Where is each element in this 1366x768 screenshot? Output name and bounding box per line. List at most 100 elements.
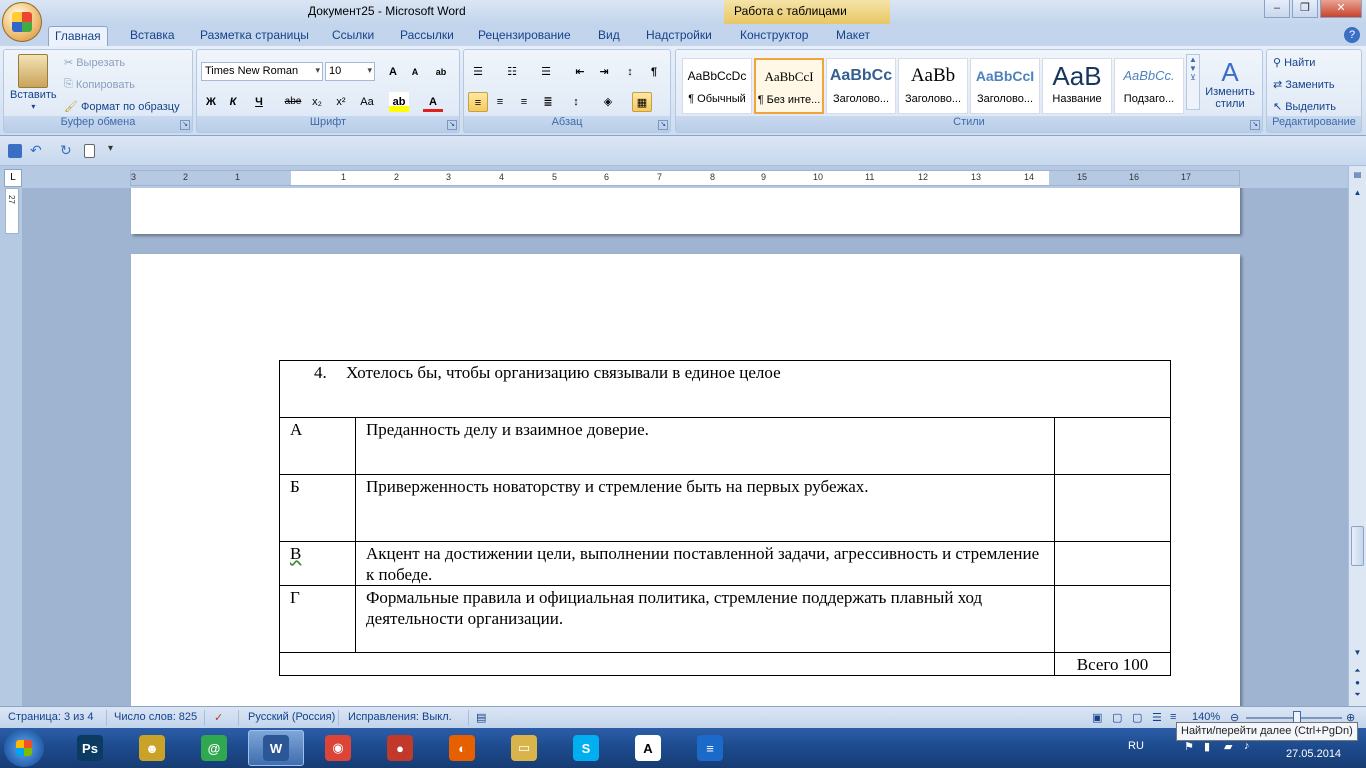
style-heading-3[interactable]: AaBbCcI Заголово...	[970, 58, 1040, 114]
highlight-icon[interactable]: ab	[389, 92, 409, 112]
score-cell[interactable]	[1054, 541, 1171, 586]
tab-insert[interactable]: Вставка	[124, 26, 181, 46]
ruler-toggle-icon[interactable]: ▤	[1351, 170, 1364, 184]
show-marks-button[interactable]: ¶	[644, 62, 664, 82]
minimize-button[interactable]: –	[1264, 0, 1290, 18]
borders-icon[interactable]: ▦	[632, 92, 652, 112]
option-letter[interactable]: Б	[279, 474, 356, 542]
option-letter[interactable]: Г	[279, 585, 356, 653]
style-subtitle[interactable]: AaBbCc. Подзаго...	[1114, 58, 1184, 114]
taskbar-app-explorer[interactable]: ▭	[496, 730, 552, 766]
taskbar-app-word[interactable]: W	[248, 730, 304, 766]
subscript-button[interactable]: x₂	[307, 92, 327, 112]
customize-qat-icon[interactable]: ▾	[108, 143, 113, 154]
vertical-ruler[interactable]: 27	[4, 188, 20, 706]
taskbar-app-agent[interactable]: ☻	[124, 730, 180, 766]
score-cell[interactable]	[1054, 474, 1171, 542]
page[interactable]: 4. Хотелось бы, чтобы организацию связыва…	[131, 254, 1240, 706]
style-heading-2[interactable]: AaBb Заголово...	[898, 58, 968, 114]
tab-mailings[interactable]: Рассылки	[394, 26, 460, 46]
language-indicator[interactable]: RU	[1128, 740, 1144, 752]
tab-selector[interactable]: L	[4, 169, 22, 187]
taskbar-app-recorder[interactable]: ●	[372, 730, 428, 766]
font-launcher-icon[interactable]: ↘	[447, 120, 457, 130]
volume-tray-icon[interactable]: ♪	[1244, 740, 1250, 752]
strikethrough-button[interactable]: abe	[283, 92, 303, 112]
justify-icon[interactable]: ≣	[538, 92, 558, 112]
font-color-icon[interactable]: A	[423, 92, 443, 112]
multilevel-list-icon[interactable]: ☰	[536, 62, 556, 82]
page-count[interactable]: Страница: 3 из 4	[8, 711, 94, 723]
clipboard-launcher-icon[interactable]: ↘	[180, 120, 190, 130]
tab-page-layout[interactable]: Разметка страницы	[194, 26, 315, 46]
taskbar-app-font[interactable]: A	[620, 730, 676, 766]
styles-launcher-icon[interactable]: ↘	[1250, 120, 1260, 130]
styles-scroll[interactable]: ▲ ▼ ⊻	[1186, 54, 1200, 110]
option-text[interactable]: Приверженность новаторству и стремление …	[355, 474, 1055, 542]
taskbar-app-mail[interactable]: @	[186, 730, 242, 766]
new-document-icon[interactable]	[84, 144, 95, 158]
style-heading-1[interactable]: AaBbCc Заголово...	[826, 58, 896, 114]
style-normal[interactable]: AaBbCcDc ¶ Обычный	[682, 58, 752, 114]
scroll-down-icon[interactable]: ▼	[1351, 648, 1364, 662]
option-text[interactable]: Формальные правила и официальная политик…	[355, 585, 1055, 653]
taskbar-app-firefox[interactable]: ◐	[434, 730, 490, 766]
flag-tray-icon[interactable]: ⚑	[1184, 740, 1194, 753]
tab-review[interactable]: Рецензирование	[472, 26, 577, 46]
option-letter[interactable]: В	[279, 541, 356, 586]
view-web-icon[interactable]: ▢	[1132, 711, 1142, 724]
tab-home[interactable]: Главная	[48, 26, 108, 46]
sort-icon[interactable]: ↕	[620, 62, 640, 82]
bold-button[interactable]: Ж	[201, 92, 221, 112]
font-name-combo[interactable]: Times New Roman	[201, 62, 323, 81]
tab-addins[interactable]: Надстройки	[640, 26, 718, 46]
grow-font-button[interactable]: A	[383, 62, 403, 82]
word-count[interactable]: Число слов: 825	[114, 711, 197, 723]
language-status[interactable]: Русский (Россия)	[248, 711, 335, 723]
shrink-font-button[interactable]: A	[405, 62, 425, 82]
score-cell[interactable]	[1054, 585, 1171, 653]
clear-format-icon[interactable]: ab	[431, 62, 451, 82]
format-painter-button[interactable]: 🖌 Формат по образцу	[64, 100, 180, 114]
increase-indent-icon[interactable]: ⇥	[594, 62, 614, 82]
office-button[interactable]	[2, 2, 42, 42]
start-button[interactable]	[4, 729, 44, 767]
superscript-button[interactable]: x²	[331, 92, 351, 112]
total-label-cell[interactable]	[279, 652, 1055, 676]
scroll-up-icon[interactable]: ▲	[1351, 188, 1364, 202]
option-text[interactable]: Преданность делу и взаимное доверие.	[355, 417, 1055, 475]
save-icon[interactable]	[8, 144, 22, 158]
view-print-layout-icon[interactable]: ▣	[1092, 711, 1102, 724]
question-cell[interactable]: 4. Хотелось бы, чтобы организацию связыва…	[279, 360, 1171, 418]
align-left-icon[interactable]: ≡	[468, 92, 488, 112]
signal-tray-icon[interactable]: ▰	[1224, 740, 1232, 753]
tab-design[interactable]: Конструктор	[734, 26, 814, 46]
align-right-icon[interactable]: ≡	[514, 92, 534, 112]
taskbar-app-txt-ru[interactable]: ≡	[682, 730, 738, 766]
style-title[interactable]: AaB Название	[1042, 58, 1112, 114]
close-button[interactable]: ✕	[1320, 0, 1362, 18]
spelling-check-icon[interactable]: ✓	[214, 711, 223, 724]
cut-button[interactable]: ✂ Вырезать	[64, 56, 125, 70]
font-size-combo[interactable]: 10	[325, 62, 375, 81]
taskbar-app-chrome[interactable]: ◉	[310, 730, 366, 766]
help-icon[interactable]: ?	[1344, 27, 1360, 43]
macro-icon[interactable]: ▤	[476, 711, 486, 724]
italic-button[interactable]: К	[223, 92, 243, 112]
bullets-icon[interactable]: ☰	[468, 62, 488, 82]
score-cell[interactable]	[1054, 417, 1171, 475]
select-button[interactable]: ↖ Выделить	[1273, 100, 1336, 114]
question-table[interactable]: 4. Хотелось бы, чтобы организацию связыва…	[279, 360, 1171, 676]
tab-references[interactable]: Ссылки	[326, 26, 380, 46]
vertical-scrollbar[interactable]: ▤ ▲ ▼ ⏶ ● ⏷	[1348, 166, 1366, 706]
shading-icon[interactable]: ◈	[598, 92, 618, 112]
taskbar-app-photoshop[interactable]: Ps	[62, 730, 118, 766]
document-area[interactable]: 4. Хотелось бы, чтобы организацию связыва…	[22, 188, 1348, 706]
redo-icon[interactable]: ↻	[60, 142, 72, 159]
change-styles-button[interactable]: A Изменить стили	[1202, 58, 1258, 110]
option-letter[interactable]: А	[279, 417, 356, 475]
tab-layout[interactable]: Макет	[830, 26, 876, 46]
decrease-indent-icon[interactable]: ⇤	[570, 62, 590, 82]
replace-button[interactable]: ⇄ Заменить	[1273, 78, 1335, 92]
line-spacing-icon[interactable]: ↕	[566, 92, 586, 112]
